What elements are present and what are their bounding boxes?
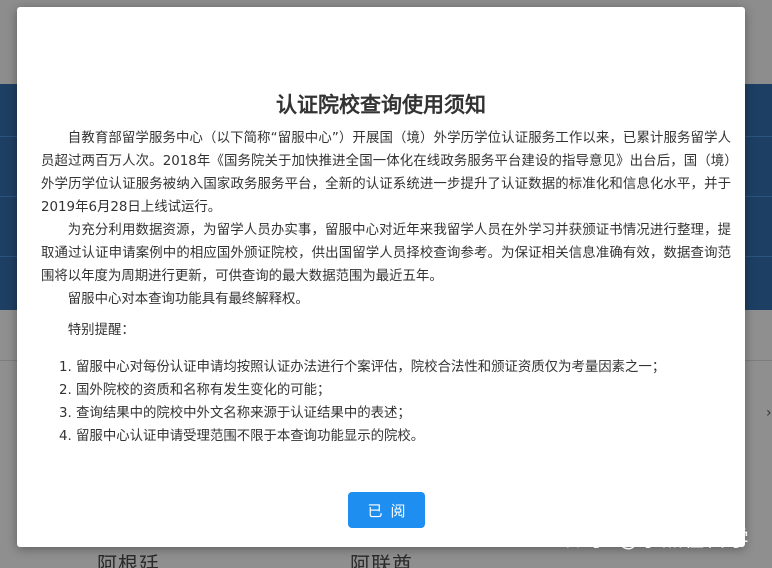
notice-modal: 认证院校查询使用须知 自教育部留学服务中心（以下简称“留服中心”）开展国（境）外… (17, 7, 745, 547)
modal-title: 认证院校查询使用须知 (276, 93, 486, 117)
notice-label: 特别提醒： (67, 323, 135, 338)
notice-item: 2. 国外院校的资质和名称有发生变化的可能； (59, 383, 331, 398)
rights-paragraph: 留服中心对本查询功能具有最终解释权。 (67, 292, 309, 307)
watermark: 知乎 @小熊在留学 (566, 527, 750, 551)
notice-item: 1. 留服中心对每份认证申请均按照认证办法进行个案评估，院校合法性和颁证资质仅为… (59, 360, 666, 375)
country-link-left[interactable]: 阿根廷 (97, 548, 160, 568)
page-stage: › 阿根廷 阿联酋 认证院校查询使用须知 自教育部留学服务中心（以下简称“留服中… (0, 0, 772, 568)
notice-list: 1. 留服中心对每份认证申请均按照认证办法进行个案评估，院校合法性和颁证资质仅为… (41, 356, 731, 448)
notice-item: 4. 留服中心认证申请受理范围不限于本查询功能显示的院校。 (59, 429, 425, 444)
notice-item: 3. 查询结果中的院校中外文名称来源于认证结果中的表述； (59, 406, 411, 421)
country-link-right[interactable]: 阿联酋 (350, 548, 413, 568)
purpose-paragraph: 为充分利用数据资源，为留学人员办实事，留服中心对近年来我留学人员在外学习并获颁证… (41, 223, 731, 284)
modal-body: 自教育部留学服务中心（以下简称“留服中心”）开展国（境）外学历学位认证服务工作以… (41, 127, 731, 448)
clipped-edge-glyph: › (766, 405, 772, 421)
acknowledge-button[interactable]: 已阅 (348, 492, 425, 528)
intro-paragraph: 自教育部留学服务中心（以下简称“留服中心”）开展国（境）外学历学位认证服务工作以… (41, 131, 731, 215)
